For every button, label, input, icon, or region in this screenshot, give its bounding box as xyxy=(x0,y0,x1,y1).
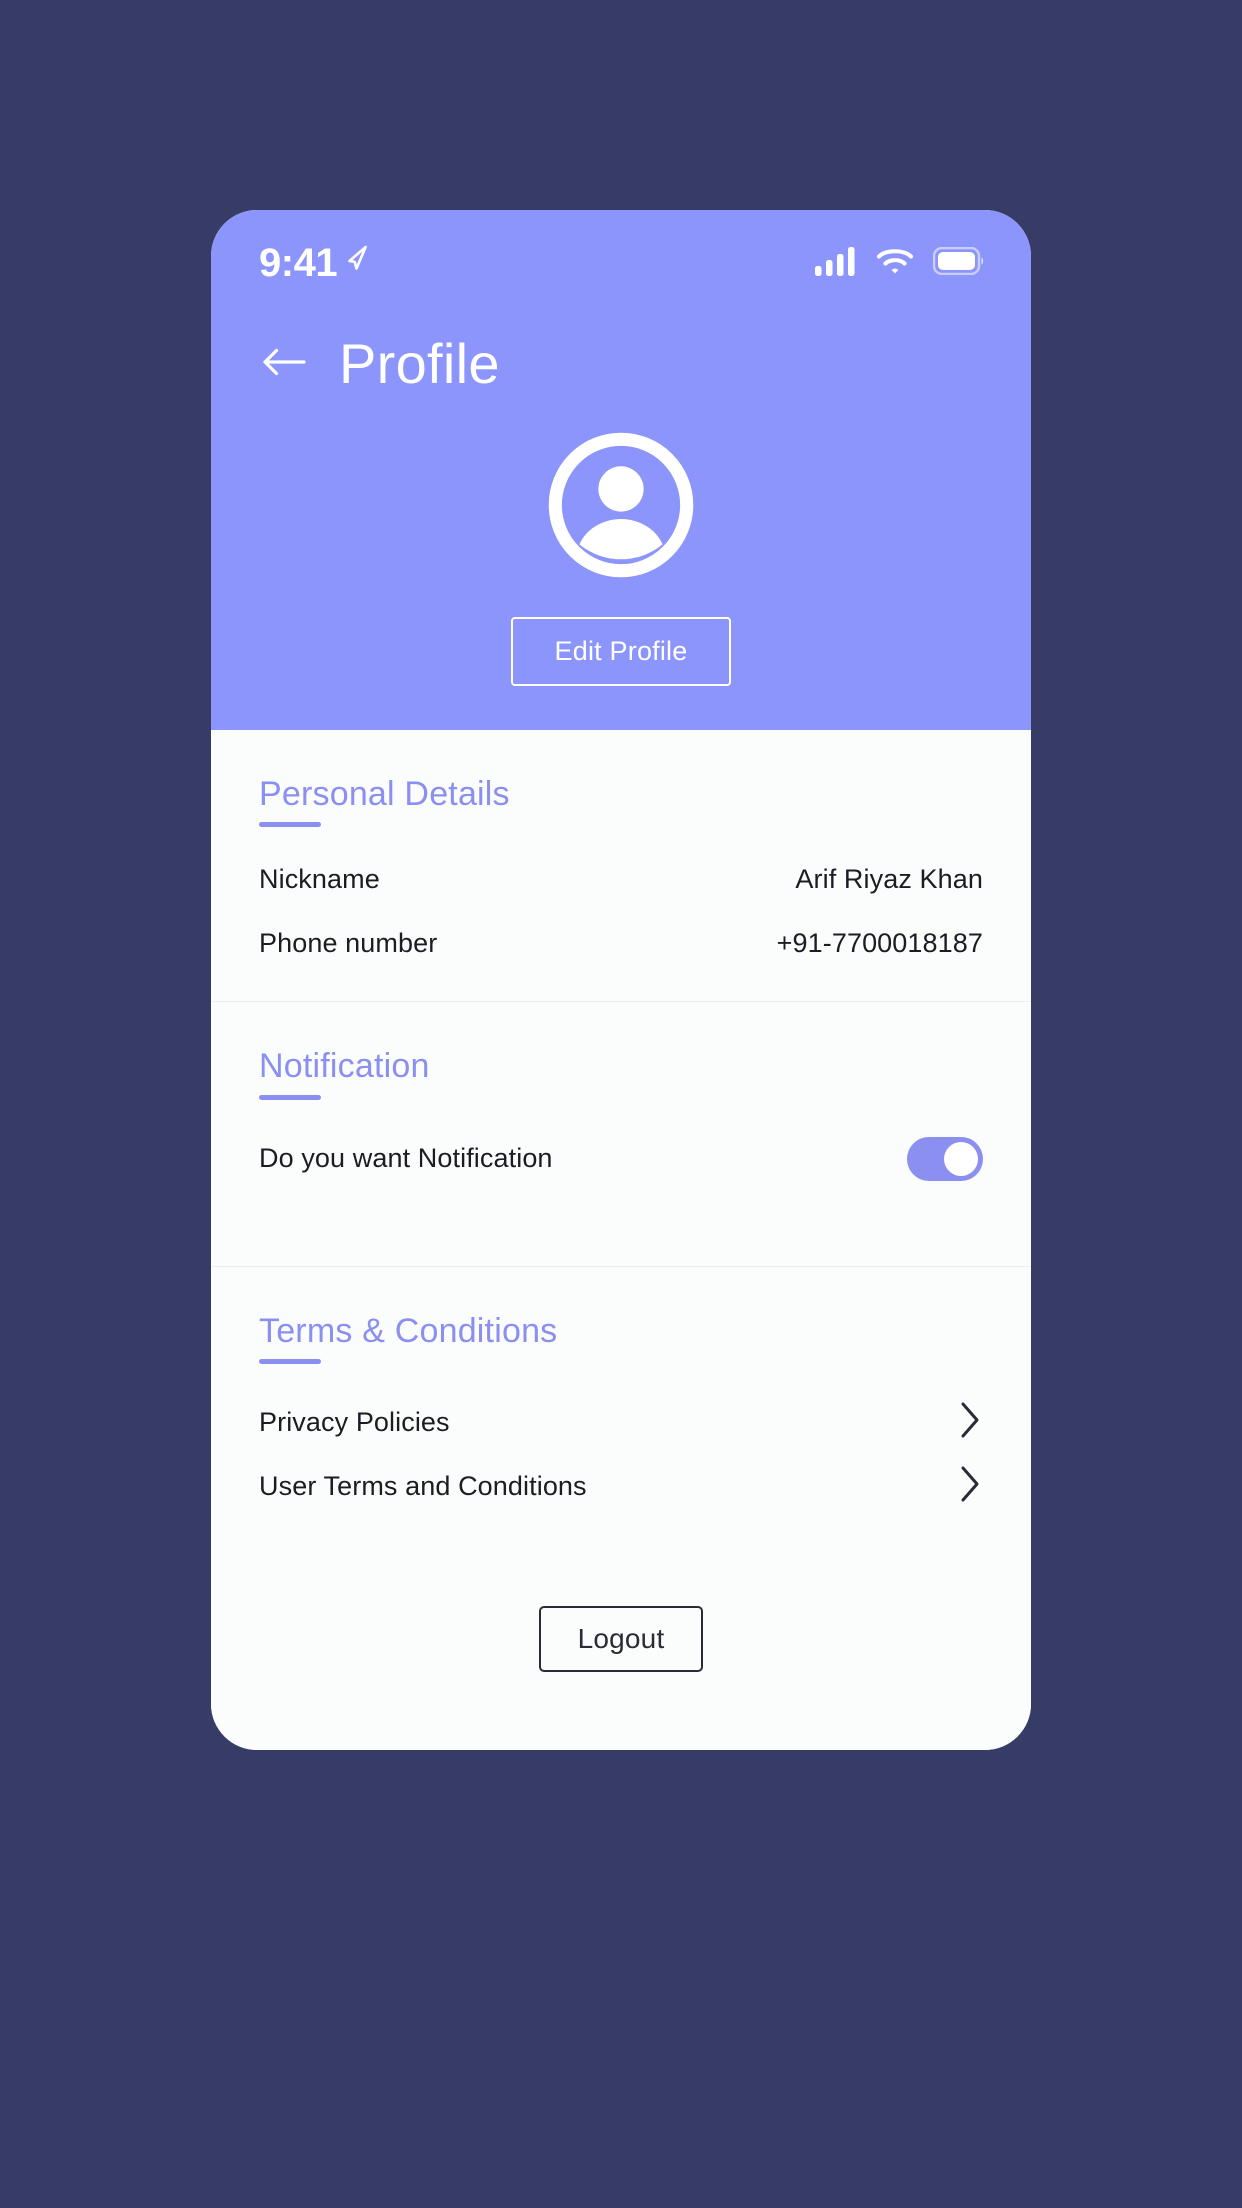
row-label: Do you want Notification xyxy=(259,1143,553,1174)
status-bar: 9:41 xyxy=(211,210,1031,302)
notification-toggle[interactable] xyxy=(907,1136,983,1181)
phone-frame: 9:41 Profile Edit Profile Personal Detai… xyxy=(211,210,1031,1750)
profile-header: 9:41 Profile Edit Profile xyxy=(211,210,1031,730)
section-underline xyxy=(259,1359,321,1365)
list-item-user-terms[interactable]: User Terms and Conditions xyxy=(259,1454,983,1518)
row-label: Nickname xyxy=(259,863,380,894)
profile-body: Personal Details Nickname Arif Riyaz Kha… xyxy=(211,730,1031,1750)
section-header-personal-details: Personal Details xyxy=(259,730,510,833)
table-row: Phone number +91-7700018187 xyxy=(259,911,983,975)
page-title: Profile xyxy=(339,332,500,395)
back-button[interactable] xyxy=(259,339,309,389)
section-title: Notification xyxy=(259,1047,430,1086)
section-title: Personal Details xyxy=(259,775,510,813)
location-arrow-icon xyxy=(340,238,370,283)
status-time-text: 9:41 xyxy=(259,240,338,285)
section-notification: Notification Do you want Notification xyxy=(211,1002,1031,1267)
toggle-knob xyxy=(944,1141,978,1176)
row-label: User Terms and Conditions xyxy=(259,1470,587,1501)
table-row: Nickname Arif Riyaz Khan xyxy=(259,847,983,911)
row-label: Privacy Policies xyxy=(259,1406,450,1437)
cellular-signal-icon xyxy=(815,246,857,281)
wifi-icon xyxy=(876,247,914,280)
chevron-right-icon xyxy=(957,1400,983,1445)
chevron-right-icon xyxy=(957,1464,983,1509)
logout-container: Logout xyxy=(259,1528,983,1673)
personal-details-rows: Nickname Arif Riyaz Khan Phone number +9… xyxy=(259,833,983,1001)
edit-profile-container: Edit Profile xyxy=(211,617,1031,686)
status-indicator-group xyxy=(815,246,985,281)
edit-profile-button[interactable]: Edit Profile xyxy=(510,617,732,686)
list-item-privacy-policies[interactable]: Privacy Policies xyxy=(259,1390,983,1454)
section-header-terms-conditions: Terms & Conditions xyxy=(259,1267,557,1370)
status-time-group: 9:41 xyxy=(259,241,370,286)
section-underline xyxy=(259,1094,321,1100)
nav-row: Profile xyxy=(211,302,1031,392)
notification-rows: Do you want Notification xyxy=(259,1106,983,1266)
notification-row: Do you want Notification xyxy=(259,1128,983,1190)
user-avatar-icon xyxy=(548,432,694,583)
row-label: Phone number xyxy=(259,927,438,958)
section-title: Terms & Conditions xyxy=(259,1311,558,1350)
row-value: Arif Riyaz Khan xyxy=(795,863,983,894)
section-underline xyxy=(259,822,321,828)
logout-button[interactable]: Logout xyxy=(538,1606,704,1673)
screen-canvas: 9:41 Profile Edit Profile Personal Detai… xyxy=(0,0,1242,2208)
section-personal-details: Personal Details Nickname Arif Riyaz Kha… xyxy=(211,730,1031,1003)
battery-full-icon xyxy=(932,246,985,280)
terms-rows: Privacy Policies User Terms and Conditio… xyxy=(259,1370,983,1528)
row-value: +91-7700018187 xyxy=(776,927,983,958)
section-header-notification: Notification xyxy=(259,1002,430,1105)
section-terms-conditions: Terms & Conditions Privacy Policies User xyxy=(211,1267,1031,1673)
avatar-container xyxy=(211,432,1031,583)
arrow-left-icon xyxy=(261,345,307,384)
